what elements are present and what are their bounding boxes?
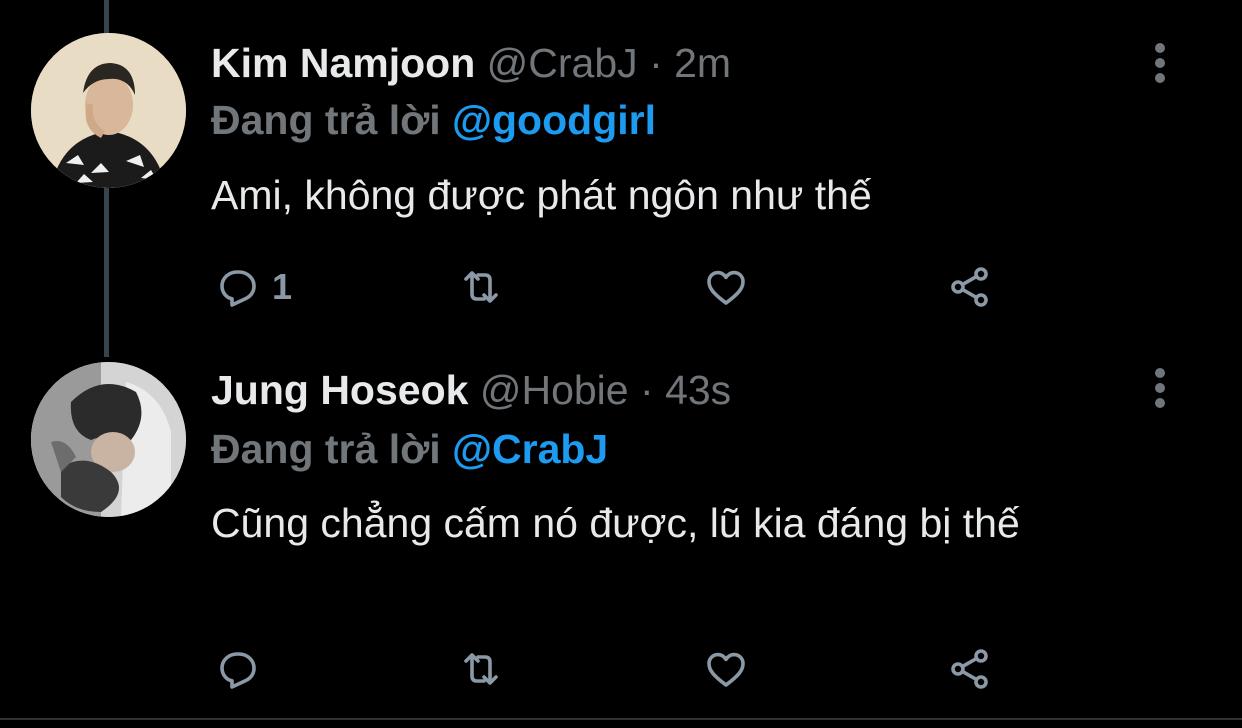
- share-icon: [951, 267, 988, 307]
- separator-dot: ·: [640, 367, 654, 413]
- replying-to-label: Đang trả lời: [211, 426, 441, 472]
- reply-count: 1: [272, 266, 293, 307]
- display-name[interactable]: Kim Namjoon: [211, 40, 475, 86]
- avatar[interactable]: [31, 33, 186, 188]
- share-button[interactable]: [946, 644, 994, 694]
- like-button[interactable]: [702, 262, 750, 312]
- like-icon: [707, 652, 745, 687]
- reply-button[interactable]: 1: [214, 262, 292, 312]
- retweet-icon: [464, 271, 498, 303]
- like-icon: [707, 270, 745, 305]
- separator-dot: ·: [649, 40, 663, 86]
- mention-link[interactable]: @CrabJ: [452, 426, 608, 472]
- reply-icon: [220, 652, 256, 689]
- share-button[interactable]: [946, 262, 994, 312]
- user-handle[interactable]: @CrabJ: [487, 40, 638, 86]
- retweet-button[interactable]: [457, 644, 505, 694]
- tweet-divider: [0, 718, 1242, 720]
- tweet[interactable]: Jung Hoseok @Hobie · 43s Đang trả lời @C…: [0, 360, 1242, 720]
- tweet-header: Kim Namjoon @CrabJ · 2m: [211, 40, 731, 87]
- tweet[interactable]: Kim Namjoon @CrabJ · 2m Đang trả lời @go…: [0, 0, 1242, 360]
- display-name[interactable]: Jung Hoseok: [211, 367, 468, 413]
- replying-to: Đang trả lời @goodgirl: [211, 97, 656, 144]
- like-button[interactable]: [702, 644, 750, 694]
- share-icon: [951, 649, 988, 689]
- avatar[interactable]: [31, 362, 186, 517]
- tweet-actions: 1: [214, 262, 1014, 312]
- avatar-photo: [31, 33, 186, 188]
- tweet-header: Jung Hoseok @Hobie · 43s: [211, 367, 731, 414]
- tweet-text: Ami, không được phát ngôn như thế: [211, 172, 872, 218]
- avatar-photo: [31, 362, 186, 517]
- tweet-text: Cũng chẳng cấm nó được, lũ kia đáng bị t…: [211, 500, 1020, 546]
- tweet-actions: [214, 644, 1014, 694]
- user-handle[interactable]: @Hobie: [480, 367, 629, 413]
- retweet-button[interactable]: [457, 262, 505, 312]
- timestamp[interactable]: 2m: [674, 40, 731, 86]
- replying-to-label: Đang trả lời: [211, 97, 441, 143]
- more-icon[interactable]: [1150, 368, 1172, 408]
- replying-to: Đang trả lời @CrabJ: [211, 426, 608, 473]
- mention-link[interactable]: @goodgirl: [452, 97, 656, 143]
- retweet-icon: [464, 653, 498, 685]
- reply-button[interactable]: [214, 644, 272, 694]
- timestamp[interactable]: 43s: [665, 367, 731, 413]
- reply-icon: [220, 270, 256, 307]
- more-icon[interactable]: [1150, 43, 1172, 83]
